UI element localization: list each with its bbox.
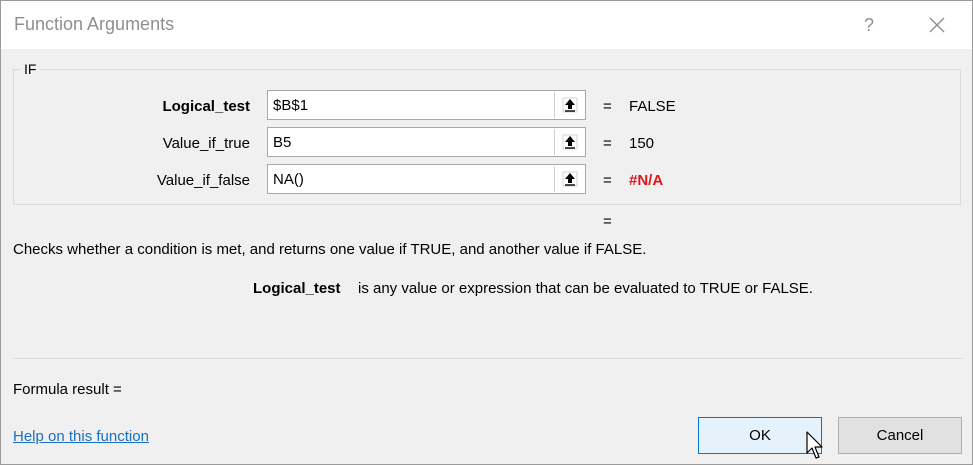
value-if-false-result: #N/A <box>629 172 664 189</box>
close-button[interactable] <box>919 7 955 43</box>
dialog-title: Function Arguments <box>14 14 175 34</box>
value-if-false-input[interactable]: NA() <box>267 164 586 194</box>
argument-help-text: is any value or expression that can be e… <box>358 280 813 297</box>
function-arguments-dialog: Function Arguments ? IF Logical_test $B$… <box>0 0 973 465</box>
equals-sign: = <box>603 135 612 152</box>
value-if-true-value: B5 <box>273 134 292 151</box>
ok-button[interactable]: OK <box>698 417 822 454</box>
logical-test-result: FALSE <box>629 98 676 115</box>
function-description: Checks whether a condition is met, and r… <box>13 241 647 258</box>
collapse-dialog-icon <box>562 171 577 187</box>
value-if-false-value: NA() <box>273 171 304 188</box>
collapse-dialog-icon <box>562 97 577 113</box>
help-on-this-function-link[interactable]: Help on this function <box>13 428 149 445</box>
logical-test-value: $B$1 <box>273 97 309 114</box>
argument-help-name: Logical_test <box>253 280 341 297</box>
value-if-true-input[interactable]: B5 <box>267 127 586 157</box>
equals-sign: = <box>603 172 612 189</box>
function-name: IF <box>20 61 41 77</box>
arg-label-logical-test: Logical_test <box>162 98 250 115</box>
cancel-button[interactable]: Cancel <box>838 417 962 454</box>
formula-result: Formula result = <box>13 381 122 398</box>
arg-label-value-if-true: Value_if_true <box>162 135 250 152</box>
overall-equals-sign: = <box>603 213 612 230</box>
equals-sign: = <box>603 98 612 115</box>
close-icon <box>929 17 945 33</box>
logical-test-collapse-button[interactable] <box>554 92 584 118</box>
arg-label-value-if-false: Value_if_false <box>156 172 250 189</box>
title-bar: Function Arguments ? <box>1 1 972 49</box>
value-if-true-result: 150 <box>629 135 655 152</box>
value-if-true-collapse-button[interactable] <box>554 129 584 155</box>
divider <box>13 358 963 359</box>
value-if-false-collapse-button[interactable] <box>554 166 584 192</box>
help-button[interactable]: ? <box>851 7 887 43</box>
collapse-dialog-icon <box>562 134 577 150</box>
logical-test-input[interactable]: $B$1 <box>267 90 586 120</box>
